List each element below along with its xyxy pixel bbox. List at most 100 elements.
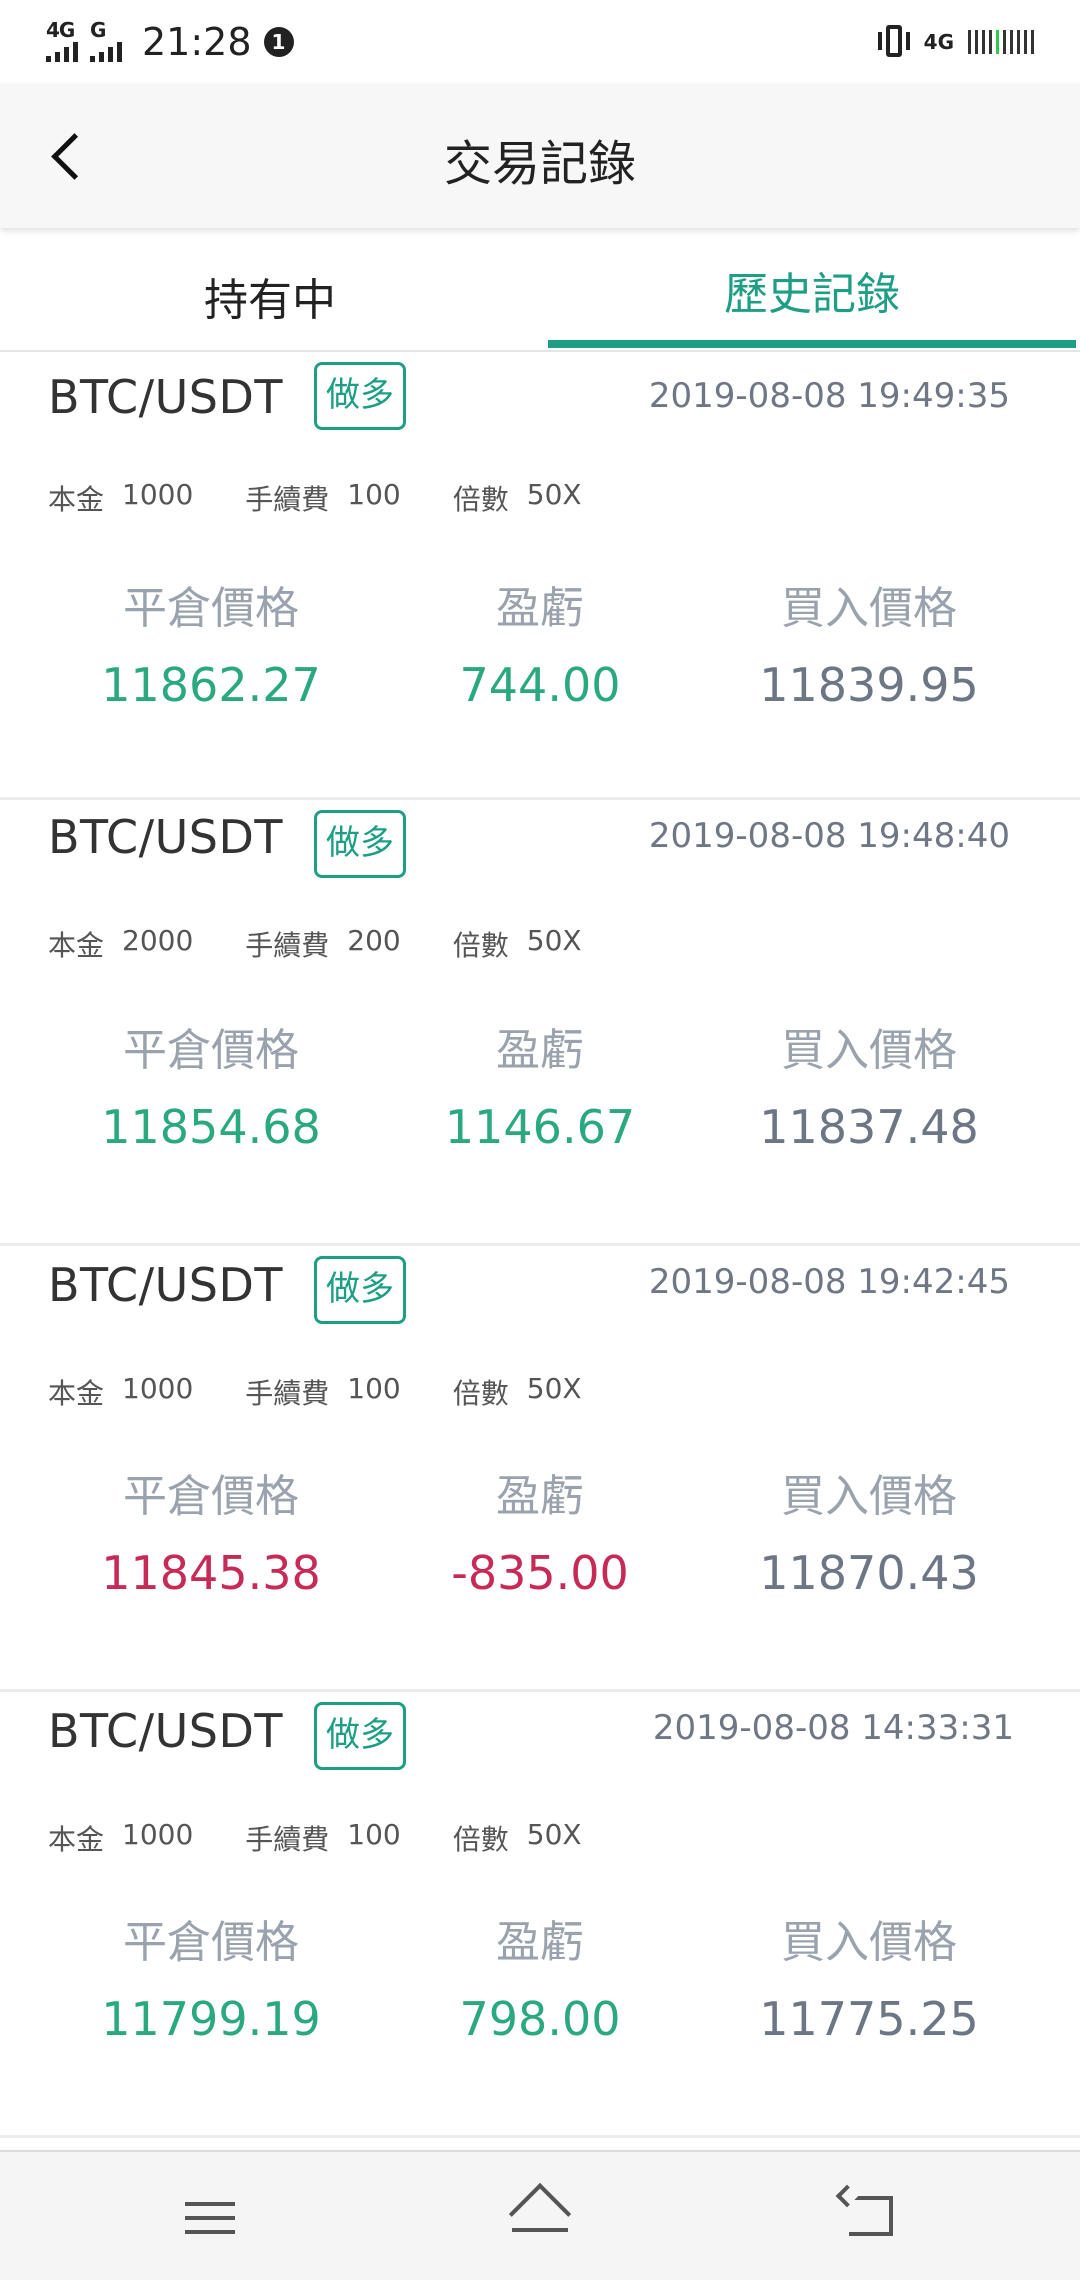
principal-value: 2000 — [122, 924, 194, 957]
record-time: 2019-08-08 14:33:31 — [652, 1708, 1014, 1748]
tab-active-indicator — [548, 340, 1076, 348]
pnl-value: 744.00 — [459, 658, 621, 712]
principal-label: 本金 — [48, 1377, 105, 1410]
buy-price-col: 買入價格 11870.43 — [704, 1460, 1034, 1600]
signal-g-icon: G — [90, 18, 122, 62]
buy-price-label: 買入價格 — [781, 1025, 957, 1076]
battery-icon — [968, 29, 1034, 55]
status-time: 21:28 — [142, 20, 252, 64]
close-price-col: 平倉價格 11845.38 — [46, 1460, 376, 1600]
close-price-label: 平倉價格 — [123, 1917, 299, 1968]
buy-price-label: 買入價格 — [781, 583, 957, 634]
tab-holding[interactable]: 持有中 — [0, 228, 540, 352]
pnl-value: 1146.67 — [444, 1100, 636, 1154]
leverage-value: 50X — [526, 1818, 582, 1851]
buy-price-col: 買入價格 11775.25 — [704, 1906, 1034, 2046]
buy-price-col: 買入價格 11839.95 — [704, 572, 1034, 712]
home-icon[interactable] — [500, 2182, 580, 2252]
back-icon[interactable] — [829, 2182, 909, 2252]
record-item[interactable]: BTC/USDT 做多 2019-08-08 19:48:40 本金 2000 … — [0, 800, 1080, 1246]
principal-value: 1000 — [122, 478, 194, 511]
buy-price-label: 買入價格 — [781, 1917, 957, 1968]
principal-label: 本金 — [48, 929, 105, 962]
pnl-label: 盈虧 — [496, 1025, 584, 1076]
fee-value: 100 — [347, 478, 401, 511]
leverage-value: 50X — [526, 1372, 582, 1405]
leverage-label: 倍數 — [452, 1377, 509, 1410]
record-meta: 本金 1000 手續費 100 倍數 50X — [48, 1372, 634, 1412]
close-price-label: 平倉價格 — [123, 1471, 299, 1522]
fee-label: 手續費 — [245, 929, 330, 962]
close-price-col: 平倉價格 11799.19 — [46, 1906, 376, 2046]
notification-badge-icon: 1 — [263, 27, 294, 57]
signal-4g-icon: 4G — [46, 18, 78, 62]
pnl-value: 798.00 — [459, 1992, 621, 2046]
direction-tag: 做多 — [314, 362, 406, 430]
record-pair: BTC/USDT — [48, 1704, 283, 1758]
vibrate-icon — [877, 23, 910, 61]
pnl-value: -835.00 — [451, 1546, 629, 1600]
pnl-col: 盈虧 -835.00 — [375, 1460, 705, 1600]
tab-bar: 持有中 歷史記錄 — [0, 228, 1080, 352]
principal-label: 本金 — [48, 483, 105, 516]
close-price-value: 11799.19 — [101, 1992, 321, 2046]
close-price-label: 平倉價格 — [123, 583, 299, 634]
network-4g-icon: 4G — [923, 30, 954, 54]
leverage-label: 倍數 — [452, 483, 509, 516]
principal-value: 1000 — [122, 1372, 194, 1405]
close-price-label: 平倉價格 — [123, 1025, 299, 1076]
record-time: 2019-08-08 19:48:40 — [648, 816, 1010, 856]
fee-label: 手續費 — [245, 483, 330, 516]
record-meta: 本金 2000 手續費 200 倍數 50X — [48, 924, 634, 964]
status-bar: 4G G 21:28 1 4G — [0, 0, 1080, 84]
record-meta: 本金 1000 手續費 100 倍數 50X — [48, 1818, 634, 1858]
fee-value: 200 — [347, 924, 401, 957]
record-pair: BTC/USDT — [48, 1258, 283, 1312]
leverage-value: 50X — [526, 478, 582, 511]
close-price-value: 11854.68 — [101, 1100, 321, 1154]
record-item[interactable]: BTC/USDT 做多 2019-08-08 19:49:35 本金 1000 … — [0, 354, 1080, 800]
tab-history[interactable]: 歷史記錄 — [548, 228, 1076, 352]
direction-tag: 做多 — [314, 1702, 406, 1770]
record-pair: BTC/USDT — [48, 810, 283, 864]
record-item[interactable]: BTC/USDT 做多 2019-08-08 14:33:31 本金 1000 … — [0, 1692, 1080, 2138]
signal-g-label: G — [90, 18, 106, 42]
fee-value: 100 — [347, 1818, 401, 1851]
pnl-label: 盈虧 — [496, 1471, 584, 1522]
pnl-col: 盈虧 744.00 — [375, 572, 705, 712]
pnl-col: 盈虧 1146.67 — [375, 1014, 705, 1154]
close-price-value: 11862.27 — [101, 658, 321, 712]
app-header: 交易記錄 — [0, 84, 1080, 228]
pnl-label: 盈虧 — [496, 583, 584, 634]
buy-price-value: 11839.95 — [759, 658, 979, 712]
record-meta: 本金 1000 手續費 100 倍數 50X — [48, 478, 634, 518]
buy-price-col: 買入價格 11837.48 — [704, 1014, 1034, 1154]
page-title: 交易記錄 — [443, 136, 636, 192]
status-left: 4G G 21:28 1 — [46, 18, 294, 66]
close-price-value: 11845.38 — [101, 1546, 321, 1600]
principal-value: 1000 — [122, 1818, 194, 1851]
leverage-value: 50X — [526, 924, 582, 957]
record-pair: BTC/USDT — [48, 370, 283, 424]
menu-icon[interactable] — [171, 2182, 251, 2252]
fee-label: 手續費 — [245, 1823, 330, 1856]
record-time: 2019-08-08 19:49:35 — [648, 376, 1010, 416]
direction-tag: 做多 — [314, 1256, 406, 1324]
fee-value: 100 — [347, 1372, 401, 1405]
close-price-col: 平倉價格 11854.68 — [46, 1014, 376, 1154]
buy-price-value: 11870.43 — [759, 1546, 979, 1600]
system-nav-bar — [0, 2150, 1080, 2280]
pnl-col: 盈虧 798.00 — [375, 1906, 705, 2046]
record-time: 2019-08-08 19:42:45 — [648, 1262, 1010, 1302]
signal-4g-label: 4G — [46, 18, 75, 42]
leverage-label: 倍數 — [452, 1823, 509, 1856]
record-item[interactable]: BTC/USDT 做多 2019-08-08 19:42:45 本金 1000 … — [0, 1246, 1080, 1692]
fee-label: 手續費 — [245, 1377, 330, 1410]
close-price-col: 平倉價格 11862.27 — [46, 572, 376, 712]
buy-price-label: 買入價格 — [781, 1471, 957, 1522]
direction-tag: 做多 — [314, 810, 406, 878]
status-right: 4G — [877, 22, 1034, 62]
pnl-label: 盈虧 — [496, 1917, 584, 1968]
leverage-label: 倍數 — [452, 929, 509, 962]
buy-price-value: 11775.25 — [759, 1992, 979, 2046]
